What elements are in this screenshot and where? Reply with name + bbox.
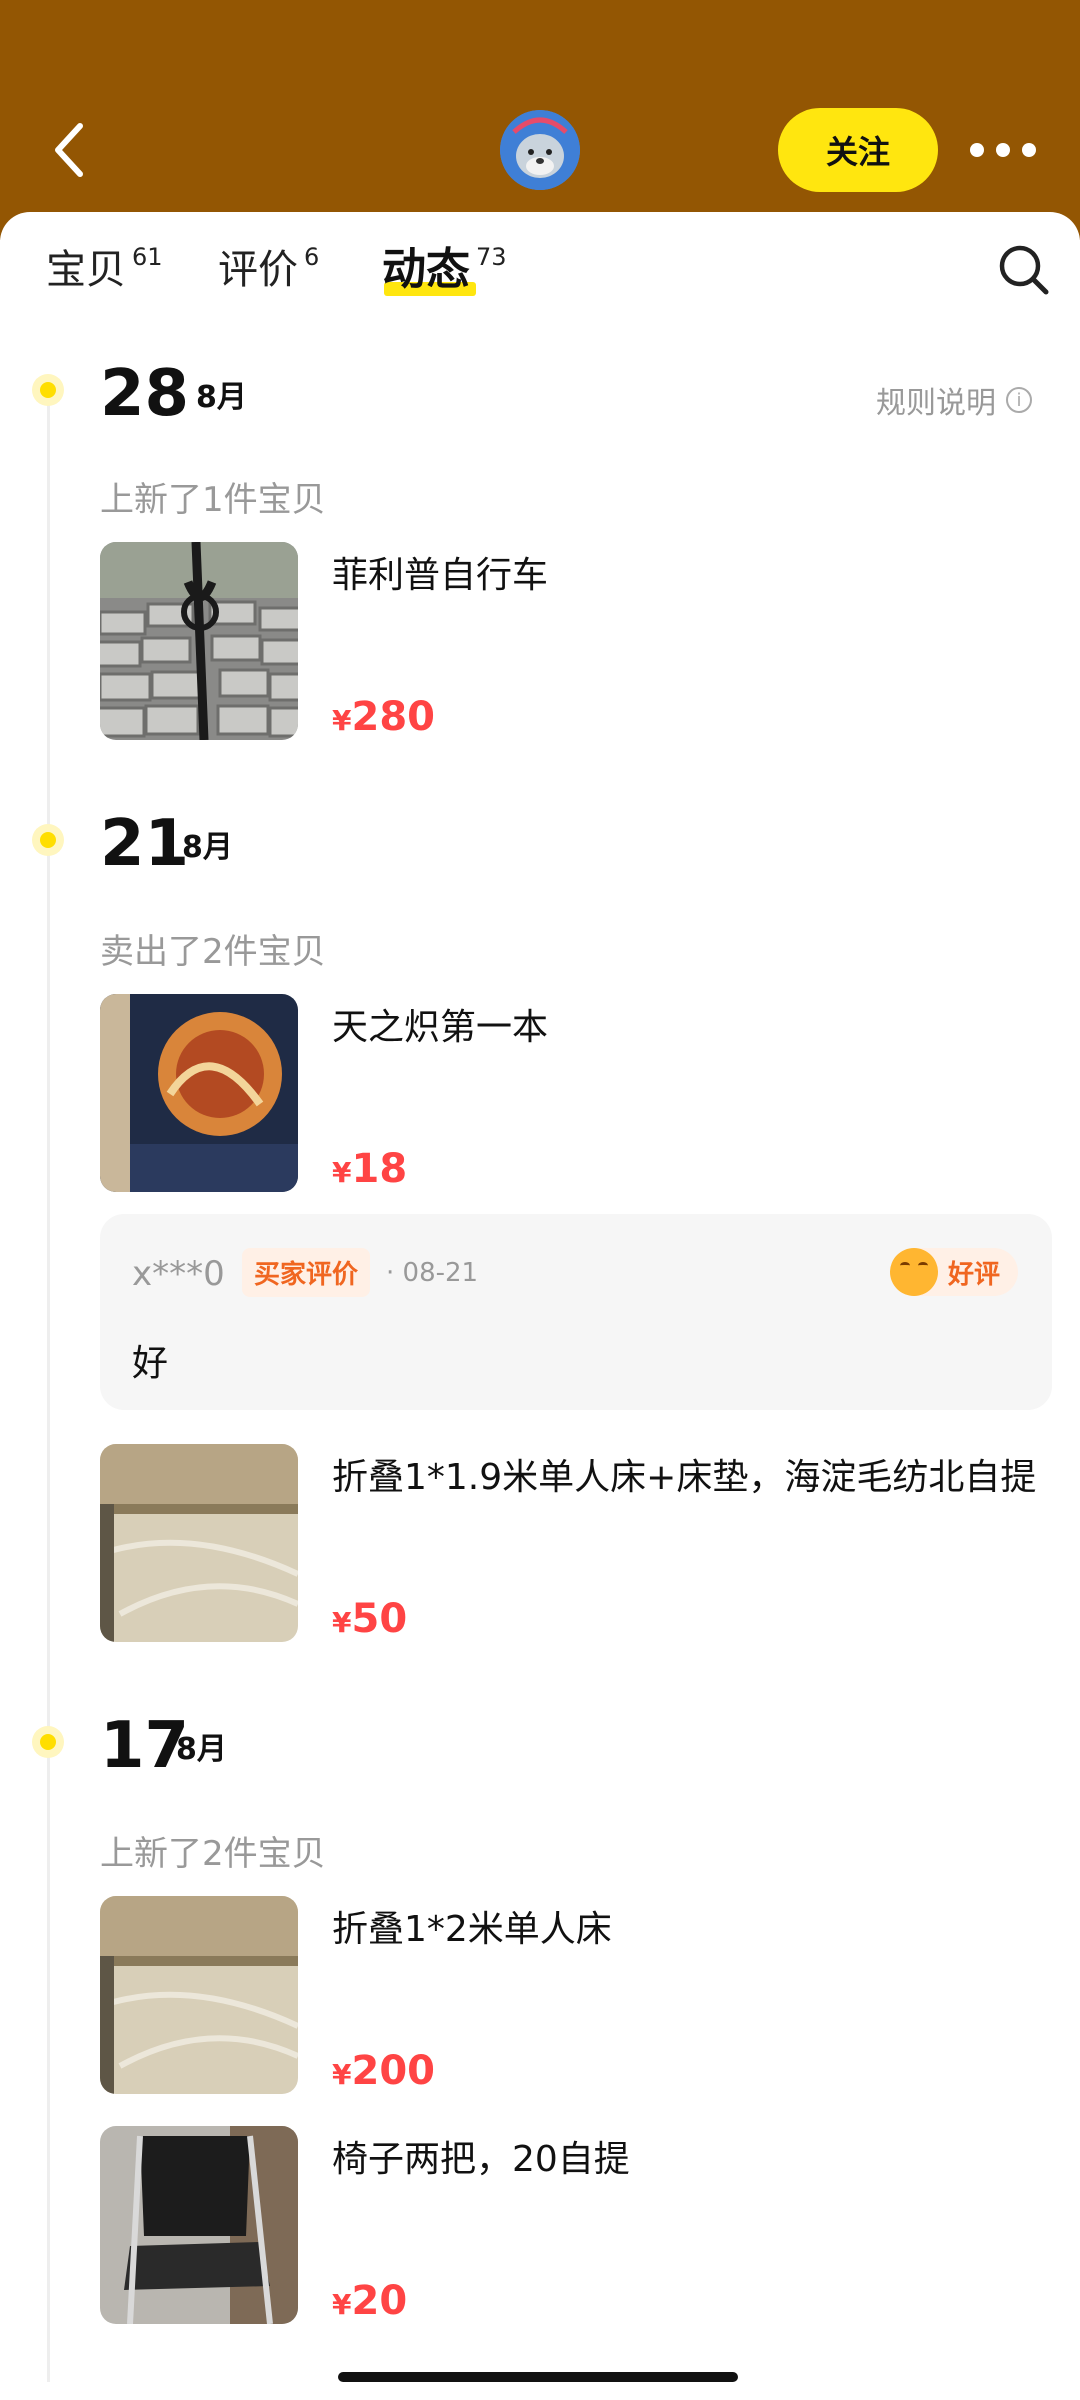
item-title: 椅子两把，20自提 (332, 2139, 630, 2180)
tab-count: 61 (132, 243, 163, 271)
item-thumbnail (100, 1444, 298, 1642)
rules-label: 规则说明 (876, 386, 996, 421)
avatar[interactable] (500, 110, 580, 190)
list-item[interactable]: 折叠1*1.9米单人床+床垫，海淀毛纺北自提 ¥50 (100, 1444, 1060, 1642)
tab-activity[interactable]: 动态 73 (382, 242, 507, 298)
tab-count: 73 (476, 243, 507, 271)
price-amount: 20 (351, 2278, 408, 2324)
more-icon[interactable] (970, 130, 1036, 170)
day-month: 8月 (182, 830, 233, 865)
timeline-dot (32, 824, 64, 856)
info-icon: i (1006, 387, 1032, 413)
item-price: ¥200 (332, 2048, 435, 2094)
review-text: 好 (132, 1343, 169, 1384)
profile-header: 关注 (0, 0, 1080, 240)
list-item[interactable]: 椅子两把，20自提 ¥20 (100, 2126, 1060, 2324)
group-title: 卖出了2件宝贝 (100, 932, 326, 972)
day-number: 28 (100, 357, 190, 431)
item-price: ¥20 (332, 2278, 407, 2324)
tab-label: 宝贝 (46, 247, 126, 293)
review-badge-label: 好评 (947, 1259, 1000, 1290)
day-month: 8月 (196, 380, 247, 415)
group-title: 上新了1件宝贝 (100, 480, 326, 520)
content-sheet: 宝贝 61 评价 6 动态 73 28 8月 规则说明 i 上新了1件宝贝 菲利… (0, 212, 1080, 2400)
price-currency: ¥ (332, 1156, 352, 1189)
back-icon[interactable] (40, 110, 100, 190)
item-title: 折叠1*2米单人床 (332, 1909, 612, 1950)
price-currency: ¥ (332, 1606, 352, 1639)
price-amount: 18 (351, 1146, 408, 1192)
timeline-dot (32, 374, 64, 406)
tab-items[interactable]: 宝贝 61 (46, 242, 163, 298)
price-amount: 200 (351, 2048, 435, 2094)
day-number: 21 (100, 807, 190, 881)
more-dot (1022, 143, 1036, 157)
item-thumbnail (100, 994, 298, 1192)
item-price: ¥280 (332, 694, 435, 740)
tab-count: 6 (304, 243, 320, 271)
rules-link[interactable]: 规则说明 i (876, 378, 1032, 422)
tab-label: 动态 (382, 244, 470, 295)
follow-button[interactable]: 关注 (778, 108, 938, 192)
price-amount: 280 (351, 694, 435, 740)
price-currency: ¥ (332, 2288, 352, 2321)
more-dot (996, 143, 1010, 157)
item-title: 菲利普自行车 (332, 555, 549, 596)
list-item[interactable]: 折叠1*2米单人床 ¥200 (100, 1896, 1060, 2094)
review-date: · 08-21 (386, 1258, 479, 1288)
item-thumbnail (100, 1896, 298, 2094)
smile-emoji-icon (889, 1248, 938, 1296)
more-dot (970, 143, 984, 157)
timeline-line (47, 392, 50, 2382)
positive-review-badge: 好评 (889, 1248, 1018, 1296)
list-item[interactable]: 天之炽第一本 ¥18 (100, 994, 1060, 1192)
item-title: 折叠1*1.9米单人床+床垫，海淀毛纺北自提 (332, 1457, 1037, 1498)
item-price: ¥50 (332, 1596, 407, 1642)
timeline-dot (32, 1726, 64, 1758)
price-currency: ¥ (332, 704, 352, 737)
search-icon[interactable] (996, 242, 1052, 298)
group-title: 上新了2件宝贝 (100, 1834, 326, 1874)
tab-bar: 宝贝 61 评价 6 动态 73 (0, 212, 1080, 322)
item-title: 天之炽第一本 (332, 1007, 549, 1048)
price-currency: ¥ (332, 2058, 352, 2091)
list-item[interactable]: 菲利普自行车 ¥280 (100, 542, 1060, 740)
buyer-review-card: x***0 买家评价 · 08-21 好评 好 (100, 1214, 1052, 1410)
price-amount: 50 (351, 1596, 408, 1642)
tab-reviews[interactable]: 评价 6 (218, 242, 319, 298)
day-month: 8月 (176, 1732, 227, 1767)
item-thumbnail (100, 2126, 298, 2324)
tab-label: 评价 (218, 247, 298, 293)
item-thumbnail (100, 542, 298, 740)
review-tag: 买家评价 (242, 1248, 371, 1297)
review-user: x***0 (132, 1254, 225, 1294)
item-price: ¥18 (332, 1146, 407, 1192)
home-indicator[interactable] (338, 2372, 738, 2382)
